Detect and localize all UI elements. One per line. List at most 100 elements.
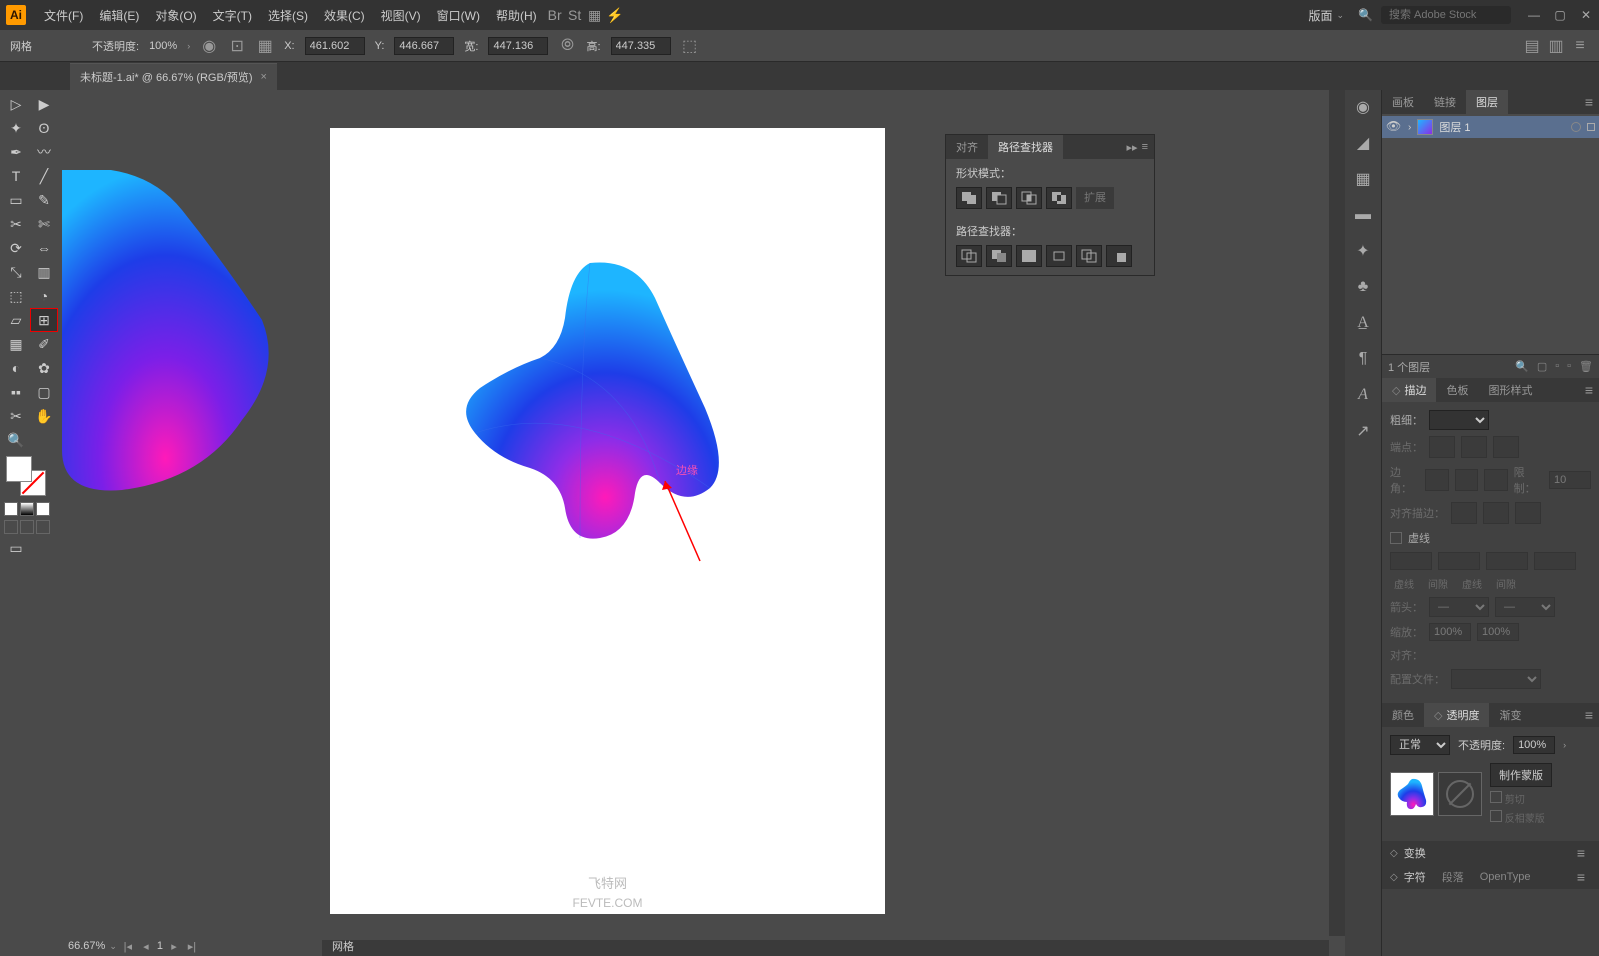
tab-layers[interactable]: 图层 <box>1466 90 1508 114</box>
stroke-dock-icon[interactable]: ♣ <box>1352 276 1374 298</box>
chevron-right-icon[interactable]: › <box>187 41 190 51</box>
selection-tool[interactable]: ▷ <box>2 92 30 116</box>
workspace-switcher[interactable]: 版面 ⌄ <box>1302 7 1350 24</box>
tab-artboards[interactable]: 画板 <box>1382 90 1424 114</box>
draw-behind[interactable] <box>20 520 34 534</box>
clip-mask-icon[interactable]: ▢ <box>1537 360 1547 373</box>
link-wh-icon[interactable]: ⦾ <box>558 37 576 55</box>
color-guide-dock-icon[interactable]: ◢ <box>1352 132 1374 154</box>
search-stock-input[interactable] <box>1381 6 1511 24</box>
scissors-tool[interactable]: ✄ <box>30 212 58 236</box>
intersect-button[interactable] <box>1016 187 1042 209</box>
export-dock-icon[interactable]: ↗ <box>1352 420 1374 442</box>
rectangle-tool[interactable]: ▭ <box>2 188 30 212</box>
magic-wand-tool[interactable]: ✦ <box>2 116 30 140</box>
slice-tool[interactable]: ✂ <box>2 404 30 428</box>
arrow-start[interactable]: — <box>1429 597 1489 617</box>
expand-button[interactable]: 扩展 <box>1076 187 1114 209</box>
panel-collapse-icon[interactable]: ▸▸ <box>1127 141 1138 154</box>
gpu-icon[interactable]: ⚡ <box>605 5 625 25</box>
color-dock-icon[interactable]: ◉ <box>1352 96 1374 118</box>
align-inside[interactable] <box>1483 502 1509 524</box>
prefs-icon[interactable]: ▥ <box>1547 37 1565 55</box>
clip-checkbox[interactable] <box>1490 791 1502 803</box>
tab-styles[interactable]: 图形样式 <box>1478 378 1542 402</box>
opacity-input[interactable] <box>1513 736 1555 754</box>
panel-menu-icon[interactable]: ≡ <box>1585 382 1599 398</box>
gradient-tool[interactable]: ▦ <box>2 332 30 356</box>
menu-view[interactable]: 视图(V) <box>373 7 429 24</box>
menu-edit[interactable]: 编辑(E) <box>91 7 147 24</box>
menu-window[interactable]: 窗口(W) <box>429 7 488 24</box>
zoom-level[interactable]: 66.67% <box>68 940 105 952</box>
bridge-icon[interactable]: Br <box>545 5 565 25</box>
corner-bevel[interactable] <box>1484 469 1507 491</box>
symbol-sprayer-tool[interactable]: ✿ <box>30 356 58 380</box>
swatches-dock-icon[interactable]: ▦ <box>1352 168 1374 190</box>
shaper-tool[interactable]: ✂ <box>2 212 30 236</box>
target-icon[interactable] <box>1571 122 1581 132</box>
next-page-icon[interactable]: ▸ <box>167 940 181 953</box>
line-tool[interactable]: ╱ <box>30 164 58 188</box>
direct-selection-tool[interactable]: ▶ <box>30 92 58 116</box>
make-mask-button[interactable]: 制作蒙版 <box>1490 763 1552 787</box>
y-input[interactable] <box>394 37 454 55</box>
tab-gradient[interactable]: 渐变 <box>1489 703 1531 727</box>
tab-align[interactable]: 对齐 <box>946 135 988 159</box>
prev-page-icon[interactable]: ◂ <box>139 940 153 953</box>
character-panel-header[interactable]: ◇ 字符 段落 OpenType ≡ <box>1382 865 1599 889</box>
panel-menu-icon[interactable]: ≡ <box>1142 141 1148 154</box>
eyedropper-tool[interactable]: ✐ <box>30 332 58 356</box>
tab-swatches[interactable]: 色板 <box>1436 378 1478 402</box>
document-tab[interactable]: 未标题-1.ai* @ 66.67% (RGB/预览) × <box>70 63 277 90</box>
new-sublayer-icon[interactable]: ▫ <box>1555 360 1559 373</box>
blend-tool[interactable]: ◐ <box>2 356 30 380</box>
panel-menu-icon[interactable]: ≡ <box>1577 869 1591 885</box>
locate-icon[interactable]: 🔍 <box>1515 360 1529 373</box>
outline-button[interactable] <box>1076 245 1102 267</box>
panel-menu-icon[interactable]: ≡ <box>1571 37 1589 55</box>
symbols-dock-icon[interactable]: ✦ <box>1352 240 1374 262</box>
pen-tool[interactable]: ✒ <box>2 140 30 164</box>
color-mode-gradient[interactable] <box>20 502 34 516</box>
divide-button[interactable] <box>956 245 982 267</box>
menu-type[interactable]: 文字(T) <box>205 7 260 24</box>
canvas-area[interactable]: 边缘 飞特网 FEVTE.COM 对齐 路径查找器 ▸▸ ≡ 形状模式： 扩展 <box>62 90 1345 956</box>
screen-mode-tool[interactable]: ▭ <box>2 536 30 560</box>
lasso-tool[interactable]: ʘ <box>30 116 58 140</box>
tab-stroke[interactable]: ◇描边 <box>1382 378 1436 402</box>
paintbrush-tool[interactable]: ✎ <box>30 188 58 212</box>
minus-front-button[interactable] <box>986 187 1012 209</box>
x-input[interactable] <box>305 37 365 55</box>
dash-1[interactable] <box>1390 552 1432 570</box>
fill-stroke-swatch[interactable] <box>6 456 46 496</box>
unite-button[interactable] <box>956 187 982 209</box>
corner-round[interactable] <box>1455 469 1478 491</box>
blend-mode-select[interactable]: 正常 <box>1390 735 1450 755</box>
mask-thumbnail[interactable] <box>1438 772 1482 816</box>
panel-menu-icon[interactable]: ≡ <box>1585 707 1599 723</box>
reflect-tool[interactable]: ⇔ <box>30 236 58 260</box>
panel-menu-icon[interactable]: ≡ <box>1585 94 1599 110</box>
tab-transparency[interactable]: ◇透明度 <box>1424 703 1489 727</box>
close-button[interactable]: ✕ <box>1579 8 1593 22</box>
perspective-tool[interactable]: ▱ <box>2 308 30 332</box>
page-number[interactable]: 1 <box>157 940 163 952</box>
gap-2[interactable] <box>1534 552 1576 570</box>
scale-end[interactable] <box>1477 623 1519 641</box>
panel-menu-icon[interactable]: ≡ <box>1577 845 1591 861</box>
tab-close-icon[interactable]: × <box>261 71 267 83</box>
color-mode-solid[interactable] <box>4 502 18 516</box>
h-input[interactable] <box>611 37 671 55</box>
new-layer-icon[interactable]: ▫ <box>1567 360 1571 373</box>
rotate-tool[interactable]: ⟳ <box>2 236 30 260</box>
arrow-end[interactable]: — <box>1495 597 1555 617</box>
horizontal-scrollbar[interactable] <box>322 940 1329 956</box>
opacity-value[interactable]: 100% <box>149 40 177 52</box>
crop-button[interactable] <box>1046 245 1072 267</box>
layer-name[interactable]: 图层 1 <box>1439 119 1565 135</box>
hand-tool[interactable]: ✋ <box>30 404 58 428</box>
tab-pathfinder[interactable]: 路径查找器 <box>988 135 1063 159</box>
layer-row[interactable]: 👁 › 图层 1 <box>1382 116 1599 138</box>
column-graph-tool[interactable]: ▪▪ <box>2 380 30 404</box>
